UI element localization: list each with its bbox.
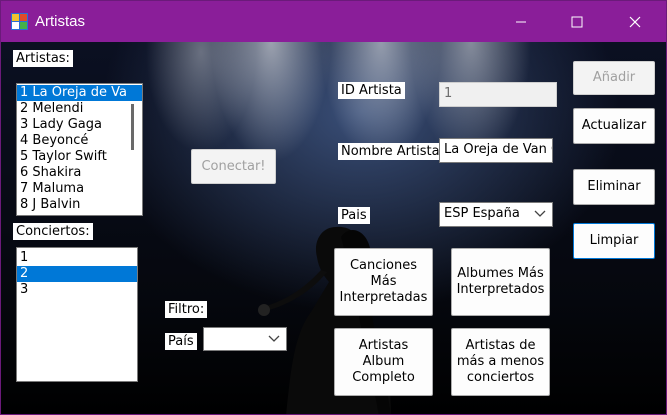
listbox-scrollbar-thumb[interactable] <box>131 104 134 150</box>
albumes-mas-interpretados-button[interactable]: Albumes Más Interpretados <box>451 248 550 316</box>
artistas-mas-a-menos-conciertos-button[interactable]: Artistas de más a menos conciertos <box>451 328 550 396</box>
list-item[interactable]: 3 Lady Gaga <box>17 117 142 133</box>
id-artista-field[interactable]: 1 <box>439 82 557 107</box>
pais-label: Pais <box>338 207 370 224</box>
limpiar-button[interactable]: Limpiar <box>573 223 655 259</box>
conciertos-listbox[interactable]: 123 <box>16 247 138 382</box>
list-item[interactable]: 1 <box>17 250 137 266</box>
app-icon <box>11 13 28 30</box>
form-client-area: Artistas: 1 La Oreja de Va 2 Melendi 3 Lad… <box>1 42 666 414</box>
maximize-icon <box>571 16 583 27</box>
window-title: Artistas <box>35 13 86 30</box>
filtro-pais-label: País <box>165 333 197 350</box>
list-item[interactable]: 6 Shakira <box>17 165 142 181</box>
conciertos-label: Conciertos: <box>13 223 93 240</box>
minimize-icon <box>516 21 526 22</box>
nombre-artista-label: Nombre Artista <box>338 143 443 160</box>
close-button[interactable] <box>612 1 658 42</box>
maximize-button[interactable] <box>554 1 600 42</box>
anadir-button[interactable]: Añadir <box>573 61 655 95</box>
list-item[interactable]: 1 La Oreja de Va <box>17 85 142 101</box>
nombre-artista-field[interactable]: La Oreja de Van G <box>439 138 553 163</box>
canciones-mas-interpretadas-button[interactable]: Canciones Más Interpretadas <box>334 248 433 316</box>
list-item[interactable]: 5 Taylor Swift <box>17 149 142 165</box>
chevron-down-icon <box>534 210 546 217</box>
actualizar-button[interactable]: Actualizar <box>573 108 655 144</box>
list-item[interactable]: 7 Maluma <box>17 181 142 197</box>
title-bar[interactable]: Artistas <box>1 1 666 42</box>
filtro-label: Filtro: <box>165 301 208 318</box>
artistas-label: Artistas: <box>13 50 73 67</box>
artistas-listbox[interactable]: 1 La Oreja de Va 2 Melendi 3 Lady Gaga 4 Be… <box>16 83 143 216</box>
id-artista-label: ID Artista <box>338 82 405 99</box>
eliminar-button[interactable]: Eliminar <box>573 169 655 205</box>
pais-combobox-value: ESP España <box>444 206 520 221</box>
list-item[interactable]: 2 Melendi <box>17 101 142 117</box>
filtro-pais-combobox[interactable] <box>203 327 287 351</box>
chevron-down-icon <box>268 335 280 342</box>
conectar-button[interactable]: Conectar! <box>191 149 276 184</box>
artistas-album-completo-button[interactable]: Artistas Album Completo <box>334 328 433 396</box>
artistas-window: Artistas Artistas: 1 La Oreja de Va 2 Mel… <box>0 0 667 415</box>
close-icon <box>629 16 641 27</box>
list-item[interactable]: 3 <box>17 282 137 298</box>
pais-combobox[interactable]: ESP España <box>439 202 553 227</box>
list-item[interactable]: 2 <box>17 266 137 282</box>
minimize-button[interactable] <box>498 1 544 42</box>
list-item[interactable]: 4 Beyoncé <box>17 133 142 149</box>
list-item[interactable]: 8 J Balvin <box>17 197 142 213</box>
